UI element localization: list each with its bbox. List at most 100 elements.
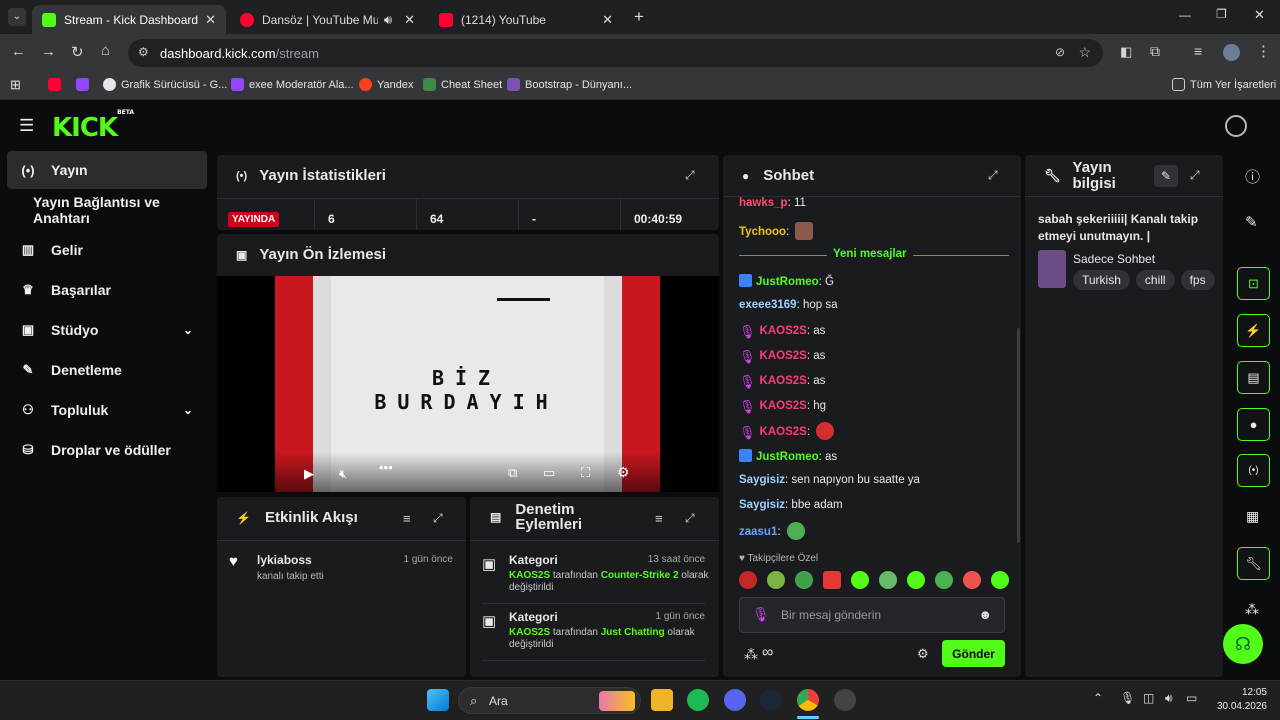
edit-icon[interactable]: ✎ xyxy=(1245,213,1258,231)
points-icon[interactable]: ⁂ xyxy=(744,646,758,663)
eye-off-icon[interactable]: ⊘ xyxy=(1055,45,1065,59)
speaker-icon[interactable]: 🔊︎ xyxy=(384,12,392,28)
bookmark-0[interactable]: Grafik Sürücüsü - G... xyxy=(103,78,227,91)
puzzle-icon[interactable]: ⧉ xyxy=(1150,43,1160,60)
edit-icon[interactable]: ✎ xyxy=(1154,165,1178,187)
maximize-button[interactable]: ❐ xyxy=(1216,7,1227,21)
infinity-icon[interactable]: ∞ xyxy=(762,644,773,662)
volume-icon[interactable]: 🔊︎ xyxy=(1165,691,1173,706)
more-icon[interactable]: ••• xyxy=(379,460,393,475)
new-tab-button[interactable]: + xyxy=(634,7,644,27)
kick-logo[interactable]: KICKBETA xyxy=(52,109,134,143)
camera-icon[interactable]: ⊡ xyxy=(1237,267,1270,300)
extension-icon[interactable]: ◧ xyxy=(1120,44,1132,60)
all-bookmarks[interactable]: Tüm Yer İşaretleri xyxy=(1172,78,1276,91)
forward-icon[interactable]: → xyxy=(41,43,56,60)
popout-icon[interactable]: ⤢ xyxy=(685,168,695,183)
spotify-icon[interactable] xyxy=(687,689,709,711)
mute-icon[interactable]: 🔇︎ xyxy=(339,466,347,482)
sidebar-item-denetleme[interactable]: ✎ Denetleme xyxy=(7,351,207,389)
wrench-icon[interactable]: 🔧︎ xyxy=(1237,547,1270,580)
hamburger-menu-icon[interactable]: ☰ xyxy=(19,116,34,136)
bookmark-2[interactable]: Yandex xyxy=(359,78,414,91)
chevron-up-icon[interactable]: ⌃ xyxy=(1093,691,1103,705)
popout-icon[interactable]: ⤢ xyxy=(433,511,443,526)
sidebar-item-droplar[interactable]: ⛁ Droplar ve ödüller xyxy=(7,431,207,469)
tag[interactable]: Turkish xyxy=(1073,270,1130,290)
sidebar-item-studyo[interactable]: ▣ Stüdyo ⌄ xyxy=(7,311,207,349)
windows-start-icon[interactable] xyxy=(427,689,449,711)
site-info-icon[interactable]: ⚙ xyxy=(138,45,149,59)
chat-scrollbar[interactable] xyxy=(1017,328,1020,543)
sidebar-item-stream-key[interactable]: Yayın Bağlantısı ve Anahtarı xyxy=(7,191,207,229)
minimize-button[interactable]: — xyxy=(1179,8,1191,22)
tag[interactable]: fps xyxy=(1180,270,1215,290)
close-icon[interactable]: ✕ xyxy=(602,12,613,28)
activity-user[interactable]: lykiaboss xyxy=(257,553,312,567)
filter-icon[interactable]: ≡ xyxy=(403,511,411,526)
points-icon[interactable]: ⁂ xyxy=(1245,601,1259,618)
bookmark-3[interactable]: Cheat Sheet xyxy=(423,78,502,91)
send-button[interactable]: Gönder xyxy=(942,640,1005,667)
user-avatar[interactable] xyxy=(1225,115,1247,137)
sidebar-item-gelir[interactable]: ▥ Gelir xyxy=(7,231,207,269)
popout-icon[interactable]: ⤢ xyxy=(988,168,998,183)
steam-icon[interactable] xyxy=(760,689,782,711)
tab-youtube[interactable]: (1214) YouTube ✕ xyxy=(429,5,623,34)
pip-icon[interactable]: ⧉ xyxy=(508,465,517,481)
emote-icon[interactable] xyxy=(991,571,1009,589)
address-bar[interactable]: ⚙ dashboard.kick.com/stream ⊘ ☆ xyxy=(128,39,1103,67)
chat-input[interactable]: 🎙︎ Bir mesaj gönderin ☻ xyxy=(739,597,1005,633)
taskbar-search[interactable]: ⌕ Ara xyxy=(458,687,641,714)
chrome-icon[interactable] xyxy=(797,689,819,711)
sidebar-item-topluluk[interactable]: ⚇ Topluluk ⌄ xyxy=(7,391,207,429)
close-window-button[interactable]: ✕ xyxy=(1254,7,1265,23)
app-icon[interactable] xyxy=(834,689,856,711)
fullscreen-icon[interactable]: ⛶ xyxy=(581,465,590,481)
category-name[interactable]: Sadece Sohbet xyxy=(1073,252,1155,266)
bookmark-4[interactable]: Bootstrap - Dünyanı... xyxy=(507,78,632,91)
lightning-icon[interactable]: ⚡ xyxy=(1237,314,1270,347)
emoji-icon[interactable]: ☻ xyxy=(978,607,992,622)
filter-icon[interactable]: ≡ xyxy=(655,511,663,526)
broadcast-icon[interactable]: (•) xyxy=(1237,454,1270,487)
support-headset-icon[interactable]: ☊ xyxy=(1223,624,1263,664)
popout-icon[interactable]: ⤢ xyxy=(685,511,695,526)
menu-dots-icon[interactable]: ⋮ xyxy=(1256,42,1271,60)
chat-bubble-icon[interactable]: ● xyxy=(1237,408,1270,441)
sidebar-item-basarilar[interactable]: ♛ Başarılar xyxy=(7,271,207,309)
emote-icon[interactable] xyxy=(935,571,953,589)
document-icon[interactable]: ▤ xyxy=(1237,361,1270,394)
play-icon[interactable]: ▶ xyxy=(304,466,314,482)
tab-youtube-music[interactable]: Dansöz | YouTube Music 🔊︎ ✕ xyxy=(230,5,425,34)
tab-kick-dashboard[interactable]: Stream - Kick Dashboard ✕ xyxy=(32,5,226,34)
clock[interactable]: 12:05 30.04.2026 xyxy=(1207,686,1267,714)
reload-icon[interactable]: ↻ xyxy=(71,43,84,61)
emote-icon[interactable] xyxy=(767,571,785,589)
tab-search-button[interactable]: ⌄ xyxy=(8,8,26,26)
theater-icon[interactable]: ▭ xyxy=(543,465,555,481)
settings-icon[interactable]: ⚙ xyxy=(617,464,630,481)
star-icon[interactable]: ☆ xyxy=(1078,44,1091,61)
emote-icon[interactable] xyxy=(879,571,897,589)
discord-icon[interactable] xyxy=(724,689,746,711)
video-player[interactable]: BİZ BURDAYIH ▶ 🔇︎ ••• ⧉ ▭ ⛶ ⚙ xyxy=(217,276,719,492)
emote-icon[interactable] xyxy=(907,571,925,589)
popout-icon[interactable]: ⤢ xyxy=(1190,168,1200,183)
mic-icon[interactable]: 🎙︎ xyxy=(1120,691,1135,705)
file-explorer-icon[interactable] xyxy=(651,689,673,711)
network-icon[interactable]: ◫ xyxy=(1143,691,1154,705)
home-icon[interactable]: ⌂ xyxy=(101,42,110,59)
emote-icon[interactable] xyxy=(739,571,757,589)
info-circle-icon[interactable]: ⓘ xyxy=(1245,166,1260,187)
bookmark-youtube[interactable] xyxy=(48,78,66,91)
tag[interactable]: chill xyxy=(1135,270,1175,290)
apps-grid-icon[interactable]: ⊞ xyxy=(10,77,21,93)
battery-icon[interactable]: ▭ xyxy=(1186,691,1197,705)
close-icon[interactable]: ✕ xyxy=(205,12,216,28)
bookmark-twitch[interactable] xyxy=(76,78,94,91)
back-icon[interactable]: ← xyxy=(11,43,26,60)
chat-settings-icon[interactable]: ⚙ xyxy=(917,646,929,662)
media-control-icon[interactable]: ≡ xyxy=(1194,43,1202,59)
emote-icon[interactable] xyxy=(851,571,869,589)
